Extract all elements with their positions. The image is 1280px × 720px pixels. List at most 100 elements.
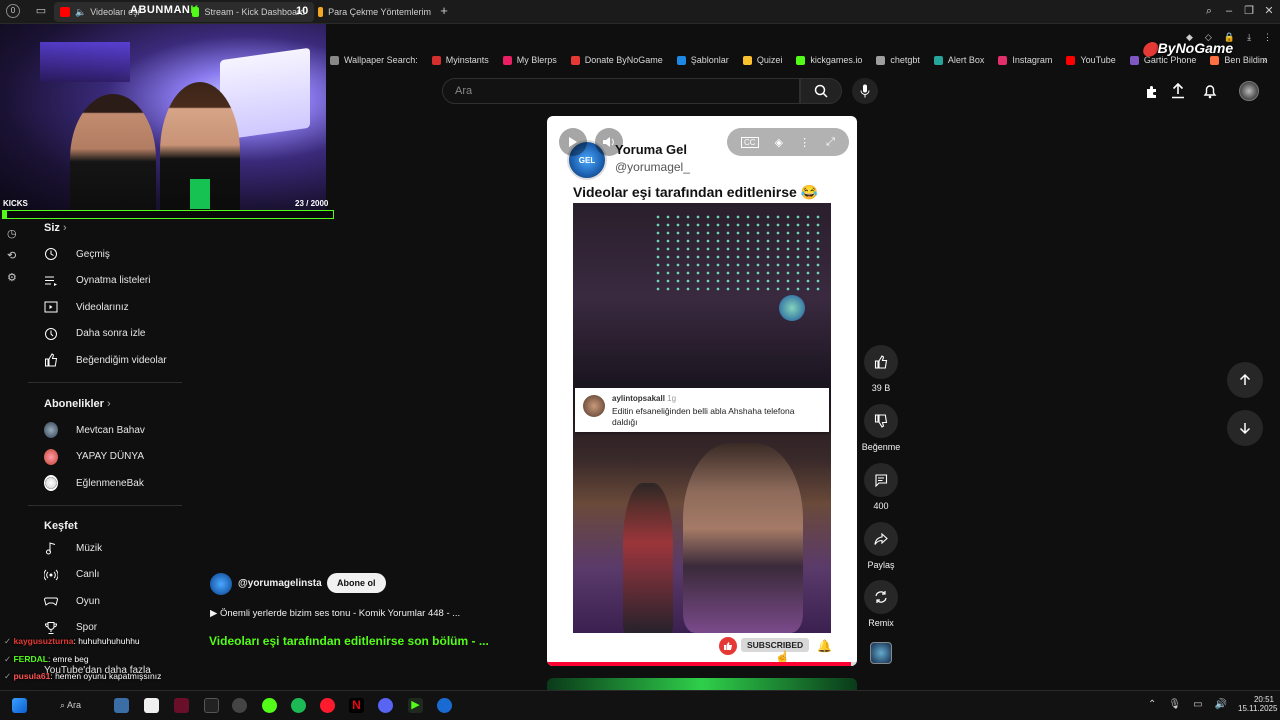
network-icon[interactable]: ▭ [1193,699,1202,710]
channel-link[interactable]: @yorumagelinsta [238,578,322,589]
channel-avatar-small[interactable] [210,573,232,595]
taskbar-search[interactable]: ⌕ Ara [60,700,81,711]
bookmark-favicon-icon [933,55,943,65]
lock-icon[interactable]: 🔒 [1224,32,1235,43]
search-input[interactable]: Ara [442,78,800,104]
extension-icon[interactable]: ◆ [1186,32,1193,43]
profile-icon[interactable]: 0 [6,4,20,18]
obs-icon[interactable] [232,698,247,713]
bookmark-item[interactable]: Quizei [742,55,782,65]
store-icon[interactable] [144,698,159,713]
captions-icon[interactable]: CC [741,136,759,148]
sidebar-item-live[interactable]: Canlı [44,568,99,582]
video-progress-bar[interactable] [547,662,857,666]
sidebar-item-liked[interactable]: Beğendiğim videolar [44,353,167,367]
you-section-heading[interactable]: Siz › [44,222,67,234]
bookmark-favicon-icon [1129,55,1139,65]
fullscreen-icon[interactable]: ⤢ [826,136,835,149]
search-button[interactable] [800,78,842,104]
sidebar-item-music[interactable]: Müzik [44,541,102,555]
mic-tray-icon[interactable]: 🎙 [1168,699,1181,710]
ambient-icon[interactable]: ◈ [775,136,783,149]
menu-icon[interactable]: ⋮ [1263,32,1272,43]
arrow-up-icon [1239,373,1251,385]
sidebar-item-trophy[interactable]: Spor [44,621,97,635]
subscription-item[interactable]: EğlenmeneBak [44,475,144,492]
subscription-item[interactable]: YAPAY DÜNYA [44,448,144,465]
bookmark-item[interactable]: Wallpaper Search: [330,55,418,65]
volume-button[interactable] [595,128,623,156]
extension-icon[interactable]: ◇ [1205,32,1212,43]
tab-para-cekme[interactable]: Para Çekme Yöntemlerim [312,2,437,22]
sidebar-item-history[interactable]: Geçmiş [44,247,110,261]
share-button[interactable]: Paylaş [861,522,901,570]
tab-actions-icon[interactable]: ▭ [34,4,48,18]
dislike-button[interactable]: Beğenme [861,404,901,452]
upload-button[interactable] [1171,82,1185,104]
subscription-label: YAPAY DÜNYA [76,451,144,463]
kicks-progress-bar [2,210,334,219]
new-tab-button[interactable]: + [437,4,451,18]
avatar[interactable] [1239,81,1259,101]
previous-short-button[interactable] [1227,362,1263,398]
clock[interactable]: 20:51 15.11.2025 [1238,695,1277,713]
subscription-item[interactable]: Mevtcan Bahav [44,422,145,438]
subscribe-button[interactable]: Abone ol [327,573,386,593]
close-icon[interactable]: ✕ [1262,4,1276,18]
next-short-button[interactable] [1227,410,1263,446]
play-button[interactable] [559,128,587,156]
volume-tray-icon[interactable]: 🔊 [1215,699,1227,710]
kick-icon[interactable] [262,698,277,713]
mute-icon[interactable]: 🔈 [75,7,86,18]
search-tabs-icon[interactable]: ⌕ [1202,4,1216,18]
spotify-icon[interactable] [291,698,306,713]
epic-games-icon[interactable] [204,698,219,713]
streamer-app-icon[interactable]: ▶ [408,698,423,713]
sidebar-item-playlist[interactable]: Oynatma listeleri [44,274,150,288]
explorer-icon[interactable] [114,698,129,713]
more-bookmarks-icon[interactable]: » [1262,55,1268,66]
app-icon-blue[interactable] [437,698,452,713]
sidebar-item-gaming[interactable]: Oyun [44,594,100,608]
app-icon[interactable] [174,698,189,713]
bookmark-item[interactable]: Myinstants [431,55,489,65]
subscriptions-heading[interactable]: Abonelikler › [44,398,111,410]
music-line[interactable]: ▶ Önemli yerlerde bizim ses tonu - Komik… [210,608,460,619]
tab-kick-dashboard[interactable]: Stream - Kick Dashboard [186,2,311,22]
short-video-player[interactable]: GEL Yoruma Gel @yorumagel_ Videolar eşi … [547,116,857,666]
notifications-button[interactable] [1203,83,1217,104]
sidebar-item-label: Beğendiğim videolar [76,354,167,366]
bookmark-item[interactable]: kickgames.io [796,55,862,65]
bookmark-item[interactable]: My Blerps [502,55,557,65]
sound-thumbnail[interactable] [870,642,892,664]
short-title[interactable]: Videoları eşi tarafından editlenirse son… [209,634,489,648]
more-options-icon[interactable]: ⋮ [799,136,810,149]
voice-search-button[interactable] [852,78,878,104]
create-button[interactable] [1144,84,1160,100]
history-icon[interactable]: ◷ [7,227,17,240]
bookmark-item[interactable]: Instagram [998,55,1052,65]
bookmark-item[interactable]: Şablonlar [676,55,729,65]
sidebar-item-your-videos[interactable]: Videolarınız [44,300,129,314]
sidebar-item-label: Geçmiş [76,248,110,260]
maximize-icon[interactable]: ❐ [1242,4,1256,18]
like-button[interactable]: 39 B [861,345,901,393]
bookmark-item[interactable]: Alert Box [933,55,984,65]
bookmark-item[interactable]: chetgbt [876,55,920,65]
settings-icon[interactable]: ⚙ [7,271,17,284]
download-icon[interactable]: ⤓ [1247,32,1251,43]
windows-start-icon[interactable] [12,698,27,713]
tray-chevron-icon[interactable]: ⌃ [1148,699,1156,710]
sidebar-item-watch-later[interactable]: Daha sonra izle [44,327,145,341]
comments-button[interactable]: 400 [861,463,901,511]
netflix-icon[interactable]: N [349,698,364,713]
bookmark-item[interactable]: Donate ByNoGame [570,55,663,65]
remix-button[interactable]: Remix [861,580,901,628]
discord-icon[interactable] [378,698,393,713]
bookmark-item[interactable]: YouTube [1066,55,1116,65]
next-short-preview[interactable] [547,678,857,690]
opera-gx-icon[interactable] [320,698,335,713]
tab-label: Stream - Kick Dashboard [204,7,305,17]
shorts-icon[interactable]: ⟲ [7,249,16,262]
minimize-icon[interactable]: – [1222,4,1236,18]
